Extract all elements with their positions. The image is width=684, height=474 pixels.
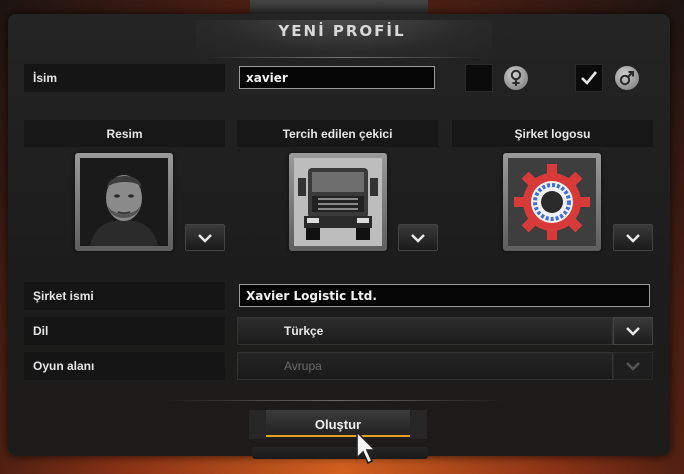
name-input[interactable]: xavier — [239, 66, 435, 89]
chevron-down-icon — [626, 233, 640, 243]
truck-image[interactable] — [289, 153, 387, 251]
truck-heading: Tercih edilen çekici — [237, 120, 438, 147]
female-symbol-icon — [504, 66, 528, 90]
chevron-down-icon — [626, 327, 640, 336]
game-area-dropdown-arrow — [613, 352, 653, 380]
company-logo-image[interactable] — [503, 153, 601, 251]
male-symbol-icon — [615, 66, 639, 90]
truck-dropdown-button[interactable] — [398, 224, 438, 251]
company-name-input[interactable]: Xavier Logistic Ltd. — [239, 284, 650, 307]
game-area-label: Oyun alanı — [24, 352, 225, 380]
button-left-cap — [249, 410, 266, 439]
create-button[interactable]: Oluştur — [249, 410, 427, 439]
portrait-image[interactable] — [75, 153, 173, 251]
company-name-label: Şirket ismi — [24, 282, 225, 310]
bottom-strip — [252, 447, 428, 459]
divider — [168, 400, 504, 401]
mouse-cursor-icon — [356, 430, 377, 465]
language-label: Dil — [24, 317, 225, 345]
language-dropdown-arrow[interactable] — [613, 317, 653, 345]
button-right-cap — [410, 410, 427, 439]
dialog-title: YENİ PROFİL — [278, 22, 406, 40]
logo-heading: Şirket logosu — [452, 120, 653, 147]
game-area-dropdown: Avrupa — [237, 352, 613, 380]
name-label: İsim — [24, 64, 225, 92]
portrait-dropdown-button[interactable] — [185, 224, 225, 251]
female-checkbox[interactable] — [465, 64, 493, 92]
male-checkbox[interactable] — [575, 64, 603, 92]
portrait-heading: Resim — [24, 120, 225, 147]
chevron-down-icon — [626, 362, 640, 371]
check-icon — [581, 71, 598, 85]
logo-dropdown-button[interactable] — [613, 224, 653, 251]
chevron-down-icon — [411, 233, 425, 243]
chevron-down-icon — [198, 233, 212, 243]
language-dropdown[interactable]: Türkçe — [237, 317, 613, 345]
